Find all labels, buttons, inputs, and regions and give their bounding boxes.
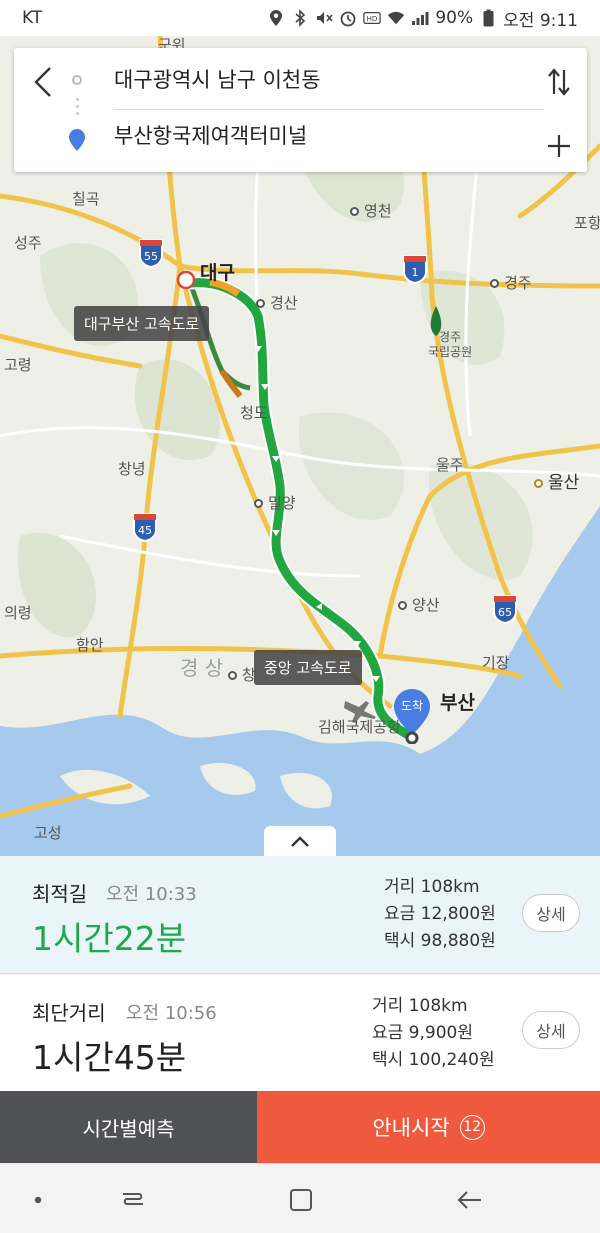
route-depart-time: 오전 10:56 [126,1003,217,1024]
place-label-daegu: 대구 [200,262,235,284]
location-icon [267,9,285,27]
route-option-shortest[interactable]: 최단거리 오전 10:56 1시간45분 거리 108km 요금 9,900원 … [0,975,600,1091]
mute-icon [315,9,333,27]
route-taxi-fare: 택시 100,240원 [372,1050,495,1070]
svg-text:1: 1 [412,266,419,279]
overview-icon[interactable] [286,1186,316,1214]
place-label-gyeongsan: 경산 [256,292,298,313]
place-label-gimhae-airport: 김해국제공항 [318,718,401,736]
home-dot-icon[interactable] [28,1186,58,1214]
route-dots [76,96,79,118]
expand-panel-button[interactable] [264,826,336,858]
countdown-badge: 12 [459,1114,485,1140]
route-tag-jungang-expressway[interactable]: 중앙 고속도로 [254,650,362,685]
route-search-card: 대구광역시 남구 이천동 부산항국제여객터미널 [14,48,587,172]
place-label-busan: 부산 [440,692,475,714]
hd-icon: HD [363,9,382,27]
recents-icon[interactable] [118,1186,148,1214]
place-label-gyeongsang: 경 상 [180,656,224,680]
highway-shield-45: 45 [132,512,158,543]
signal-icon [411,9,429,27]
route-detail-button[interactable]: 상세 [522,894,580,932]
place-label-ulsan: 울산 [534,468,579,493]
swap-icon[interactable] [545,66,573,98]
place-label-miryang: 밀양 [254,492,296,513]
place-label-pohang: 포항 [574,214,600,232]
origin-dot-icon [72,75,82,85]
route-toll: 요금 9,900원 [372,1023,473,1043]
back-icon[interactable] [454,1186,484,1214]
alarm-icon [339,9,357,27]
add-waypoint-icon[interactable] [545,132,573,160]
time-forecast-label: 시간별예측 [82,1116,175,1141]
route-name: 최단거리 [32,1001,106,1025]
divider [114,109,544,110]
place-label-yangsan: 양산 [398,594,440,615]
svg-text:HD: HD [367,14,378,23]
place-label-uiryeong: 의령 [4,604,32,622]
svg-text:45: 45 [138,524,152,537]
carrier: KT [22,8,43,28]
system-nav-bar [0,1163,600,1233]
route-tag-daegu-busan-expressway[interactable]: 대구부산 고속도로 [74,306,210,341]
place-label-gyeongju-park: 경주 국립공원 [428,330,473,359]
wifi-icon [387,9,405,27]
place-label-changwon: 창 [228,664,256,685]
route-option-optimal[interactable]: 최적길 오전 10:33 1시간22분 거리 108km 요금 12,800원 … [0,856,600,974]
place-label-seongju: 성주 [14,234,42,252]
svg-text:55: 55 [144,250,158,263]
destination-field[interactable]: 부산항국제여객터미널 [114,120,307,150]
route-taxi-fare: 택시 98,880원 [384,931,496,951]
route-duration: 1시간22분 [32,919,187,958]
route-name: 최적길 [32,882,88,906]
place-label-haman: 함안 [76,636,104,654]
highway-shield-1: 1 [402,254,428,285]
place-label-cheongdo: 청도 [240,404,268,422]
route-duration: 1시간45분 [32,1038,187,1077]
arrival-marker[interactable]: 도착 [393,688,431,745]
time-forecast-button[interactable]: 시간별예측 [0,1091,257,1163]
place-label-gyeongju: 경주 [490,272,532,293]
battery-percent: 90% [435,8,474,28]
start-navigation-button[interactable]: 안내시작 12 [257,1091,600,1163]
route-detail-button[interactable]: 상세 [522,1011,580,1049]
chevron-up-icon [291,836,309,847]
clock: 오전 9:11 [503,10,578,31]
bluetooth-icon [291,9,309,27]
origin-field[interactable]: 대구광역시 남구 이천동 [114,64,321,94]
svg-text:65: 65 [498,606,512,619]
route-toll: 요금 12,800원 [384,904,496,924]
status-bar: KT HD 90% 오전 9:11 [0,0,600,36]
battery-icon [479,9,497,27]
destination-pin-icon [68,128,86,152]
route-stats: 거리 108km 요금 12,800원 택시 98,880원 [384,874,496,955]
place-label-yeongcheon: 영천 [350,200,392,221]
place-label-goseong: 고성 [34,824,62,842]
route-distance: 거리 108km [372,996,468,1016]
back-arrow-icon[interactable] [26,62,60,102]
highway-shield-55: 55 [138,238,164,269]
arrival-marker-label: 도착 [400,699,424,713]
place-label-chilgok: 칠곡 [72,190,100,208]
place-label-gijang: 기장 [482,654,510,672]
place-label-ulju: 울주 [436,456,464,474]
place-label-goryeong: 고령 [4,356,32,374]
highway-shield-65: 65 [492,594,518,625]
route-depart-time: 오전 10:33 [106,884,197,905]
route-distance: 거리 108km [384,877,480,897]
route-stats: 거리 108km 요금 9,900원 택시 100,240원 [372,993,495,1074]
place-label-changnyeong: 창녕 [118,460,146,478]
start-navigation-label: 안내시작 [372,1116,450,1140]
